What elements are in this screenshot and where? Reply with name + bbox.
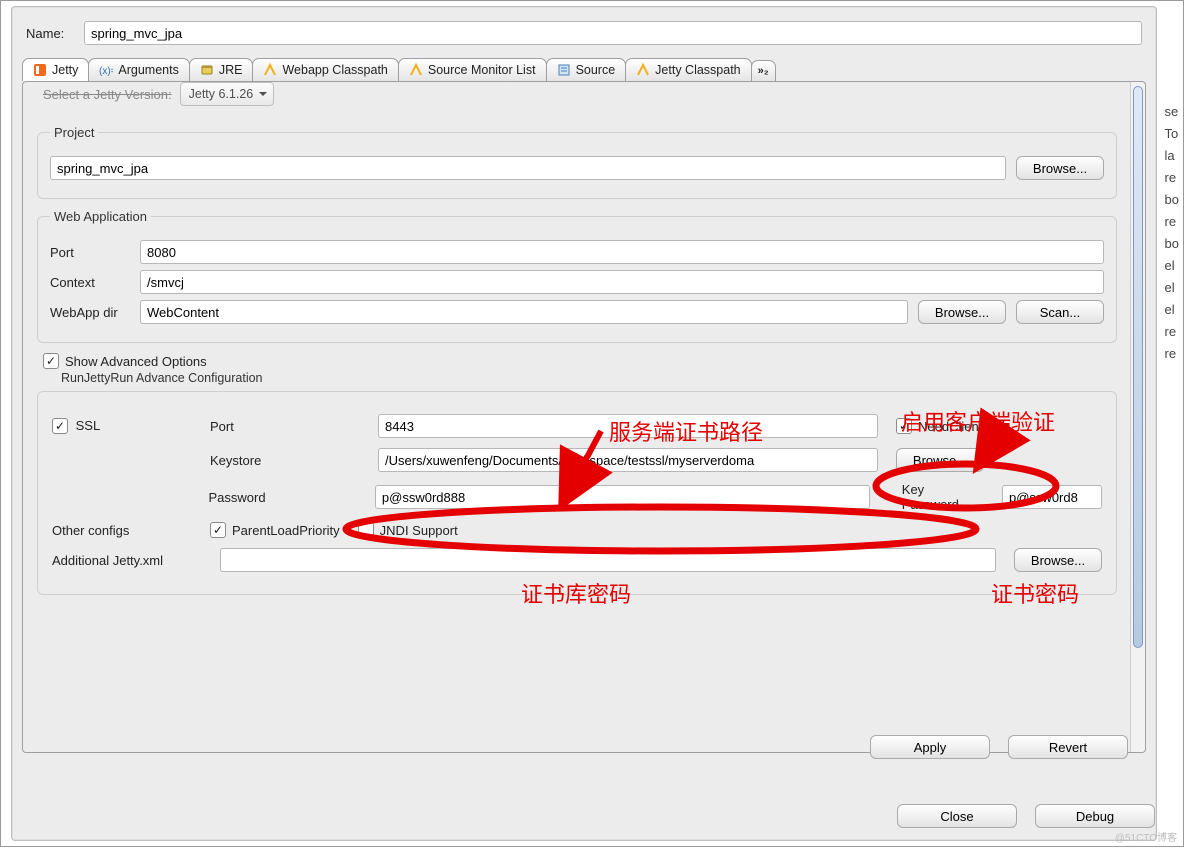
context-input[interactable] <box>140 270 1104 294</box>
classpath-icon <box>263 63 277 77</box>
jndi-checkbox[interactable] <box>358 522 374 538</box>
classpath-icon <box>636 63 650 77</box>
revert-button[interactable]: Revert <box>1008 735 1128 759</box>
classpath-icon <box>409 63 423 77</box>
tab-label: Source <box>576 63 616 77</box>
tab-source-monitor[interactable]: Source Monitor List <box>398 58 547 81</box>
webappdir-browse-button[interactable]: Browse... <box>918 300 1006 324</box>
parentload-checkbox[interactable] <box>210 522 226 538</box>
tab-jetty-classpath[interactable]: Jetty Classpath <box>625 58 751 81</box>
webapp-group: Web Application Port Context WebApp dir … <box>37 209 1117 343</box>
tab-jetty[interactable]: Jetty <box>22 58 89 81</box>
port-label: Port <box>50 245 130 260</box>
tab-more[interactable]: »₂ <box>751 60 776 81</box>
webappdir-scan-button[interactable]: Scan... <box>1016 300 1104 324</box>
jetty-icon <box>33 63 47 77</box>
tab-webapp-classpath[interactable]: Webapp Classpath <box>252 58 398 81</box>
show-advanced-row[interactable]: Show Advanced Options <box>43 353 1131 369</box>
ssl-port-label: Port <box>210 419 360 434</box>
tab-label: Jetty <box>52 63 78 77</box>
ssl-checkbox[interactable] <box>52 418 68 434</box>
additional-xml-input[interactable] <box>220 548 996 572</box>
close-button[interactable]: Close <box>897 804 1017 828</box>
name-input[interactable] <box>84 21 1142 45</box>
vertical-scrollbar[interactable] <box>1130 82 1145 752</box>
scrollbar-thumb[interactable] <box>1133 86 1143 648</box>
other-configs-label: Other configs <box>52 523 192 538</box>
debug-button[interactable]: Debug <box>1035 804 1155 828</box>
name-row: Name: <box>12 7 1156 53</box>
ssl-label: SSL <box>76 418 101 433</box>
need-client-auth-checkbox[interactable] <box>896 418 912 434</box>
show-advanced-checkbox[interactable] <box>43 353 59 369</box>
keystore-label: Keystore <box>210 453 360 468</box>
svg-text:(x)=: (x)= <box>99 66 113 77</box>
keypassword-label: Key Password <box>902 482 984 512</box>
tab-label: Jetty Classpath <box>655 63 740 77</box>
tab-body: Select a Jetty Version: Jetty 6.1.26 Pro… <box>22 81 1146 753</box>
jetty-version-row: Select a Jetty Version: Jetty 6.1.26 <box>23 82 1131 117</box>
dialog-panel: Name: Jetty (x)= Arguments JRE <box>11 6 1157 841</box>
tab-arguments[interactable]: (x)= Arguments <box>88 58 189 81</box>
ssl-col: SSL <box>52 418 192 435</box>
tab-bar: Jetty (x)= Arguments JRE Webapp Classpat… <box>12 53 1156 81</box>
tab-label: JRE <box>219 63 243 77</box>
tab-label: Webapp Classpath <box>282 63 387 77</box>
parentload-label: ParentLoadPriority <box>232 523 340 538</box>
keystore-browse-button[interactable]: Browse... <box>896 448 984 472</box>
password-input[interactable] <box>375 485 870 509</box>
run-config-window: Name: Jetty (x)= Arguments JRE <box>0 0 1184 847</box>
name-label: Name: <box>26 26 74 41</box>
ssl-port-input[interactable] <box>378 414 878 438</box>
watermark: @51CTO博客 <box>1115 829 1177 844</box>
jetty-version-select[interactable]: Jetty 6.1.26 <box>180 82 275 106</box>
keystore-input[interactable] <box>378 448 878 472</box>
scroll-area: Select a Jetty Version: Jetty 6.1.26 Pro… <box>23 82 1131 752</box>
tab-label: Arguments <box>118 63 178 77</box>
additional-xml-label: Additional Jetty.xml <box>52 553 202 568</box>
project-browse-button[interactable]: Browse... <box>1016 156 1104 180</box>
close-debug-bar: Close Debug <box>897 804 1155 828</box>
project-input[interactable] <box>50 156 1006 180</box>
advance-config-title: RunJettyRun Advance Configuration <box>61 371 1131 385</box>
webappdir-label: WebApp dir <box>50 305 130 320</box>
jre-icon <box>200 63 214 77</box>
project-legend: Project <box>50 125 98 140</box>
additional-xml-browse-button[interactable]: Browse... <box>1014 548 1102 572</box>
context-label: Context <box>50 275 130 290</box>
advance-panel: SSL Port NeedClientAuth Keystore B <box>37 391 1117 595</box>
webapp-legend: Web Application <box>50 209 151 224</box>
background-text-peek: seTola rebore boelel elrere <box>1165 101 1179 365</box>
source-icon <box>557 63 571 77</box>
need-client-auth-label: NeedClientAuth <box>918 419 1009 434</box>
port-input[interactable] <box>140 240 1104 264</box>
jetty-version-label: Select a Jetty Version: <box>43 87 172 102</box>
tab-label: »₂ <box>758 65 769 77</box>
tab-label: Source Monitor List <box>428 63 536 77</box>
jndi-label: JNDI Support <box>380 523 458 538</box>
keypassword-input[interactable] <box>1002 485 1102 509</box>
show-advanced-label: Show Advanced Options <box>65 354 207 369</box>
project-group: Project Browse... <box>37 125 1117 199</box>
apply-button[interactable]: Apply <box>870 735 990 759</box>
password-label: Password <box>209 490 357 505</box>
tab-jre[interactable]: JRE <box>189 58 254 81</box>
apply-revert-bar: Apply Revert <box>870 735 1128 759</box>
tab-source[interactable]: Source <box>546 58 627 81</box>
args-icon: (x)= <box>99 63 113 77</box>
webappdir-input[interactable] <box>140 300 908 324</box>
